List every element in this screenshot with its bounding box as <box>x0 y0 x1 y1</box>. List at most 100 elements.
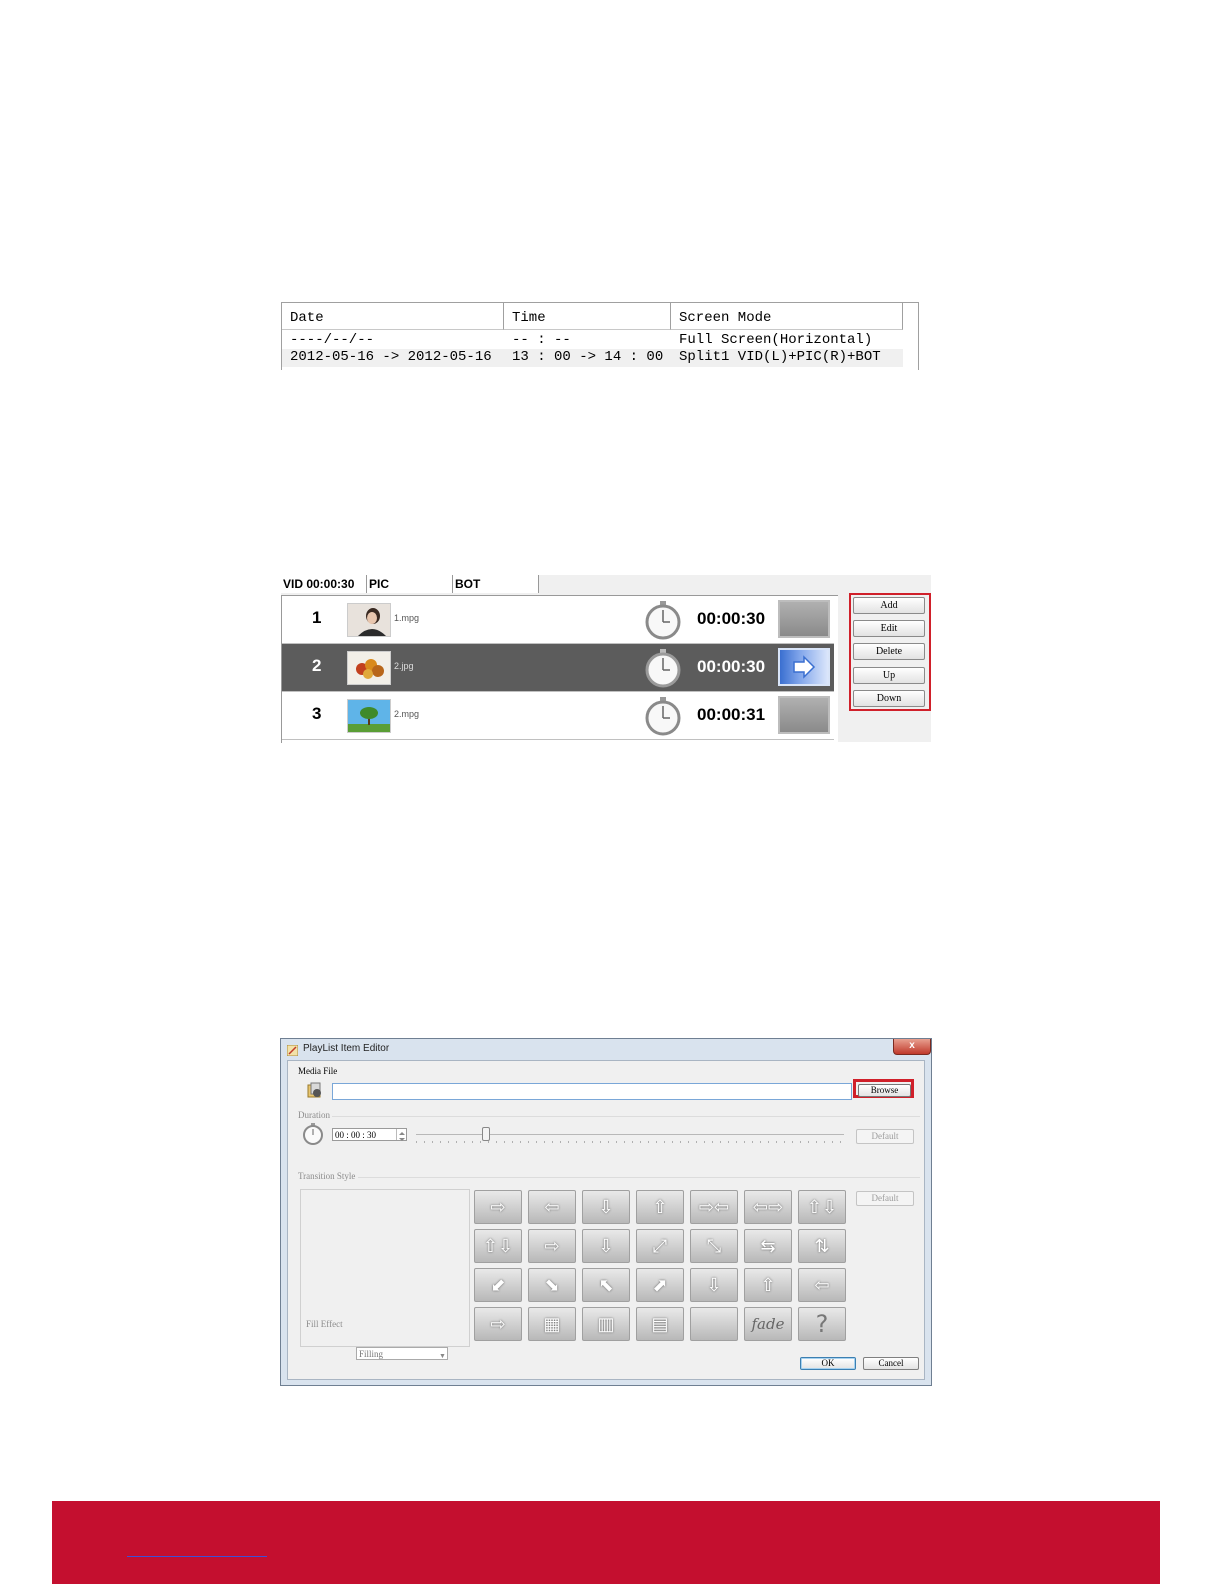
duration-slider-ticks <box>416 1141 844 1143</box>
media-folder-icon <box>306 1081 324 1099</box>
tile-glyph: ⇆ <box>760 1236 776 1256</box>
media-file-input[interactable] <box>332 1083 852 1100</box>
expand-corners-icon[interactable]: ⤢ <box>636 1229 684 1263</box>
push-right-icon[interactable]: ⇨ <box>474 1307 522 1341</box>
push-left-icon[interactable]: ⇦ <box>798 1268 846 1302</box>
playlist-row[interactable]: 1 1.mpg 00:00:30 <box>282 596 834 644</box>
duration-slider-track[interactable] <box>416 1134 844 1135</box>
schedule-row-2-time[interactable]: 13 : 00 -> 14 : 00 <box>504 349 663 366</box>
close-button[interactable]: x <box>893 1039 931 1055</box>
arrows-up-down-icon[interactable]: ⇧⇩ <box>798 1190 846 1224</box>
dialog-body: Media File Browse Duration 00 : 00 : 30 <box>287 1060 925 1380</box>
transition-preview-icon[interactable] <box>778 600 830 638</box>
random-question-icon[interactable]: ? <box>798 1307 846 1341</box>
tab-bot[interactable]: BOT <box>453 575 539 593</box>
arrow-left-icon[interactable]: ⇦ <box>528 1190 576 1224</box>
horizontal-lines-icon[interactable]: ▤ <box>636 1307 684 1341</box>
column-header-time[interactable]: Time <box>504 303 671 330</box>
arrows-out-horizontal-icon[interactable]: ⇦⇨ <box>744 1190 792 1224</box>
down-button[interactable]: Down <box>853 690 925 707</box>
tile-glyph: ⤡ <box>706 1236 722 1256</box>
fill-effect-value: Filling <box>359 1349 384 1359</box>
fill-effect-select[interactable]: Filling ▼ <box>356 1347 448 1360</box>
media-file-label: Media File <box>298 1066 338 1076</box>
transition-default-button[interactable]: Default <box>856 1191 914 1206</box>
playlist-list: 1 1.mpg 00:00:30 2 2.jpg 00:00:30 3 2.mp… <box>281 595 838 743</box>
tile-glyph: ⬋ <box>490 1275 506 1295</box>
tile-glyph: ⇩ <box>706 1275 722 1295</box>
tile-glyph: ⇨ <box>490 1197 506 1217</box>
vertical-lines-icon[interactable]: ▥ <box>582 1307 630 1341</box>
edit-button[interactable]: Edit <box>853 620 925 637</box>
duration-group-line <box>332 1116 920 1117</box>
page-footer-bar <box>52 1501 1160 1584</box>
transition-preview-icon[interactable] <box>778 696 830 734</box>
footer-link-underline[interactable] <box>127 1556 267 1557</box>
duration-spinner[interactable] <box>396 1129 407 1141</box>
file-name: 2.jpg <box>394 661 414 671</box>
dialog-title: PlayList Item Editor <box>303 1043 390 1054</box>
fade-icon[interactable]: fade <box>744 1307 792 1341</box>
ok-button[interactable]: OK <box>800 1357 856 1370</box>
cancel-button[interactable]: Cancel <box>863 1357 919 1370</box>
video-thumbnail-icon <box>347 603 391 637</box>
schedule-row-2-mode[interactable]: Split1 VID(L)+PIC(R)+BOT <box>671 349 881 366</box>
chevron-down-icon: ▼ <box>439 1352 446 1360</box>
blinds-down-icon[interactable]: ⇩ <box>582 1229 630 1263</box>
stairs-down-left-icon[interactable]: ⬋ <box>474 1268 522 1302</box>
split-vertical-icon[interactable]: ⇧⇩ <box>474 1229 522 1263</box>
stopwatch-icon <box>643 648 683 688</box>
dissolve-checker-icon[interactable]: ▦ <box>528 1307 576 1341</box>
playlist-row[interactable]: 3 2.mpg 00:00:31 <box>282 692 834 740</box>
delete-button[interactable]: Delete <box>853 643 925 660</box>
plain-gray-icon[interactable] <box>690 1307 738 1341</box>
playlist-item-editor-dialog: PlayList Item Editor x Media File Browse… <box>280 1038 932 1386</box>
push-down-icon[interactable]: ⇩ <box>690 1268 738 1302</box>
tile-glyph: ⇧ <box>760 1275 776 1295</box>
tab-vid[interactable]: VID 00:00:30 <box>281 575 367 593</box>
arrows-in-horizontal-icon[interactable]: ⇨⇦ <box>690 1190 738 1224</box>
blinds-right-icon[interactable]: ⇨ <box>528 1229 576 1263</box>
arrow-up-icon[interactable]: ⇧ <box>636 1190 684 1224</box>
tile-glyph: ⇧⇩ <box>806 1197 838 1217</box>
tile-glyph: ⤢ <box>652 1236 668 1256</box>
schedule-row-1-mode[interactable]: Full Screen(Horizontal) <box>671 332 872 349</box>
arrow-down-icon[interactable]: ⇩ <box>582 1190 630 1224</box>
tile-glyph: ⇦⇨ <box>752 1197 784 1217</box>
column-header-date[interactable]: Date <box>282 303 504 330</box>
schedule-row-1-date[interactable]: ----/--/-- <box>282 332 374 349</box>
duration-label: 00:00:30 <box>697 609 766 628</box>
duration-slider-thumb[interactable] <box>482 1127 490 1141</box>
playlist-tabs: VID 00:00:30 PIC BOT <box>281 575 837 595</box>
schedule-row-1-time[interactable]: -- : -- <box>504 332 571 349</box>
tile-glyph: ⇦ <box>544 1197 560 1217</box>
collapse-corners-icon[interactable]: ⤡ <box>690 1229 738 1263</box>
duration-label: 00:00:30 <box>697 657 766 676</box>
row-number: 3 <box>312 704 322 723</box>
stairs-up-right-icon[interactable]: ⬈ <box>636 1268 684 1302</box>
tile-glyph: ▤ <box>651 1314 669 1334</box>
duration-default-button[interactable]: Default <box>856 1129 914 1144</box>
tile-glyph: ⇩ <box>598 1236 614 1256</box>
interleave-horizontal-icon[interactable]: ⇆ <box>744 1229 792 1263</box>
interleave-vertical-icon[interactable]: ⇅ <box>798 1229 846 1263</box>
schedule-row-2-date[interactable]: 2012-05-16 -> 2012-05-16 <box>282 349 492 366</box>
tile-glyph <box>691 1308 737 1340</box>
transition-right-arrow-icon[interactable] <box>778 648 830 686</box>
tile-glyph: ▦ <box>543 1314 561 1334</box>
tab-pic[interactable]: PIC <box>367 575 453 593</box>
image-thumbnail-icon <box>347 651 391 685</box>
stairs-up-left-icon[interactable]: ⬉ <box>582 1268 630 1302</box>
push-up-icon[interactable]: ⇧ <box>744 1268 792 1302</box>
column-header-screen-mode[interactable]: Screen Mode <box>671 303 903 330</box>
tile-glyph: ⇅ <box>814 1236 830 1256</box>
tile-glyph: ⬊ <box>544 1275 560 1295</box>
stopwatch-icon <box>302 1123 324 1145</box>
browse-button[interactable]: Browse <box>858 1084 911 1097</box>
arrow-right-icon[interactable]: ⇨ <box>474 1190 522 1224</box>
up-button[interactable]: Up <box>853 667 925 684</box>
add-button[interactable]: Add <box>853 597 925 614</box>
stairs-down-right-icon[interactable]: ⬊ <box>528 1268 576 1302</box>
tile-glyph: fade <box>751 1315 785 1333</box>
playlist-row-selected[interactable]: 2 2.jpg 00:00:30 <box>282 644 834 692</box>
